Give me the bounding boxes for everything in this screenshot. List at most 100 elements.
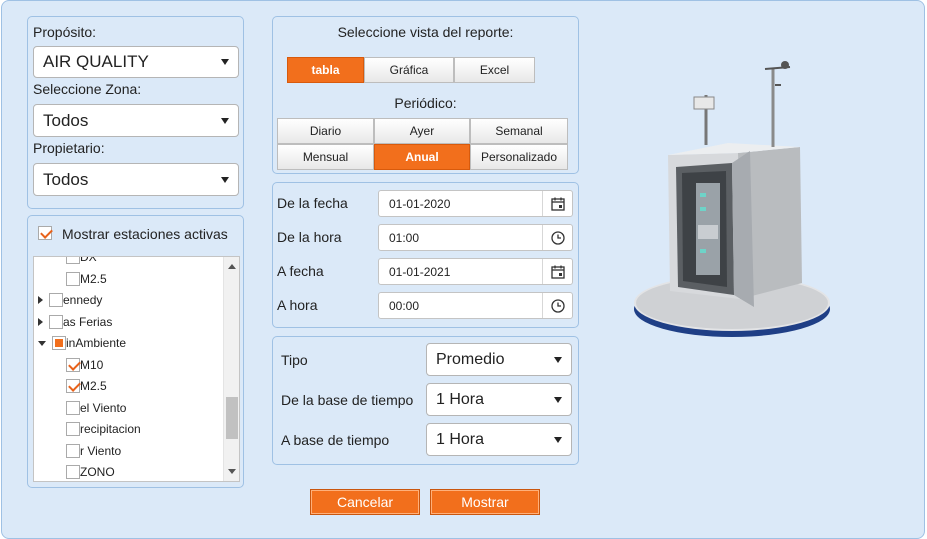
- zone-label: Seleccione Zona:: [33, 81, 142, 97]
- checkbox-icon[interactable]: [49, 293, 63, 307]
- from-date-label: De la fecha: [277, 195, 348, 211]
- type-select[interactable]: Promedio: [426, 343, 572, 376]
- tree-item[interactable]: ZONO: [66, 462, 115, 481]
- stations-tree[interactable]: DX M2.5 ennedy as Ferias inAmbiente M10 M2.5 el…: [33, 256, 240, 482]
- from-base-label: De la base de tiempo: [281, 392, 414, 408]
- chevron-down-icon: [554, 356, 562, 363]
- show-active-checkbox[interactable]: [38, 226, 52, 243]
- checkbox-icon: [38, 226, 52, 240]
- tree-item[interactable]: DX: [66, 256, 97, 267]
- calendar-icon[interactable]: [542, 259, 572, 284]
- scroll-down-icon[interactable]: [228, 469, 236, 474]
- period-button-diario[interactable]: Diario: [277, 118, 374, 144]
- from-base-select[interactable]: 1 Hora: [426, 383, 572, 416]
- chevron-down-icon[interactable]: [38, 340, 46, 346]
- tree-scrollbar[interactable]: [223, 257, 239, 481]
- tree-item-label: M10: [80, 357, 104, 372]
- checkbox-icon[interactable]: [66, 379, 80, 393]
- scroll-up-icon[interactable]: [228, 264, 236, 269]
- chevron-down-icon: [554, 436, 562, 443]
- chevron-down-icon: [221, 117, 229, 124]
- checkbox-icon[interactable]: [66, 465, 80, 479]
- report-view-title: Seleccione vista del reporte:: [337, 24, 514, 40]
- to-date-value: 01-01-2021: [389, 264, 451, 279]
- chevron-right-icon[interactable]: [38, 317, 43, 326]
- show-button[interactable]: Mostrar: [430, 489, 540, 515]
- type-label: Tipo: [281, 352, 308, 368]
- tree-item[interactable]: recipitacion: [66, 419, 141, 439]
- purpose-select[interactable]: AIR QUALITY: [33, 46, 239, 78]
- checkbox-icon[interactable]: [66, 271, 80, 286]
- checkbox-icon[interactable]: [66, 400, 80, 415]
- period-button-ayer[interactable]: Ayer: [374, 118, 470, 144]
- from-base-value: 1 Hora: [436, 390, 485, 408]
- to-date-field[interactable]: 01-01-2021: [378, 258, 573, 285]
- from-date-field[interactable]: 01-01-2020: [378, 190, 573, 217]
- tree-item-label: r Viento: [80, 443, 122, 458]
- to-time-field[interactable]: 00:00: [378, 292, 573, 319]
- tree-item-label: as Ferias: [63, 314, 113, 329]
- owner-value: Todos: [43, 169, 89, 189]
- checkbox-icon[interactable]: [66, 443, 80, 458]
- tree-item-label: DX: [80, 256, 97, 264]
- calendar-icon[interactable]: [542, 191, 572, 216]
- period-toggle-row1: Diario Ayer Semanal: [277, 118, 568, 144]
- checkbox-icon[interactable]: [52, 336, 66, 350]
- chevron-down-icon: [554, 396, 562, 403]
- from-time-field[interactable]: 01:00: [378, 224, 573, 251]
- view-button-tabla[interactable]: tabla: [287, 57, 364, 83]
- chevron-down-icon: [221, 59, 229, 65]
- tree-item[interactable]: M10: [66, 355, 103, 375]
- from-date-value: 01-01-2020: [389, 196, 451, 211]
- period-button-mensual[interactable]: Mensual: [277, 144, 374, 170]
- zone-value: Todos: [43, 110, 89, 130]
- tree-item-label: ZONO: [80, 465, 115, 479]
- checkbox-icon[interactable]: [49, 314, 63, 329]
- clock-icon[interactable]: [542, 225, 572, 250]
- tree-item-label: inAmbiente: [66, 336, 127, 350]
- tree-item-label: M2.5: [80, 379, 107, 393]
- to-time-value: 00:00: [389, 298, 420, 313]
- tree-item[interactable]: r Viento: [66, 441, 121, 461]
- period-button-anual[interactable]: Anual: [374, 144, 470, 170]
- checkbox-icon[interactable]: [66, 357, 80, 372]
- tree-item[interactable]: as Ferias: [38, 312, 112, 332]
- from-time-value: 01:00: [389, 230, 420, 245]
- owner-select[interactable]: Todos: [33, 163, 239, 196]
- type-value: Promedio: [436, 350, 505, 368]
- cancel-button[interactable]: Cancelar: [310, 489, 420, 515]
- to-base-value: 1 Hora: [436, 430, 485, 448]
- tree-item-label: ennedy: [63, 293, 103, 307]
- tree-item[interactable]: ennedy: [38, 290, 102, 310]
- period-toggle-row2: Mensual Anual Personalizado: [277, 144, 568, 170]
- purpose-label: Propósito:: [33, 24, 97, 40]
- chevron-right-icon[interactable]: [38, 296, 43, 304]
- view-button-gr-fica[interactable]: Gráfica: [364, 57, 454, 83]
- checkbox-icon[interactable]: [66, 257, 80, 264]
- chevron-down-icon: [221, 176, 229, 183]
- period-title: Periódico:: [394, 95, 457, 111]
- tree-item[interactable]: el Viento: [66, 398, 126, 418]
- zone-select[interactable]: Todos: [33, 104, 239, 137]
- clock-icon[interactable]: [542, 293, 572, 318]
- to-time-label: A hora: [277, 297, 318, 313]
- scroll-thumb[interactable]: [226, 397, 238, 439]
- owner-label: Propietario:: [33, 140, 105, 156]
- to-base-select[interactable]: 1 Hora: [426, 423, 572, 456]
- tree-item[interactable]: M2.5: [66, 269, 107, 289]
- period-button-semanal[interactable]: Semanal: [470, 118, 568, 144]
- tree-item[interactable]: inAmbiente: [38, 333, 126, 353]
- tree-item[interactable]: M2.5: [66, 376, 107, 396]
- tree-item-label: el Viento: [80, 400, 127, 415]
- tree-item-label: M2.5: [80, 271, 107, 286]
- view-button-excel[interactable]: Excel: [454, 57, 535, 83]
- tree-item-label: recipitacion: [80, 422, 141, 436]
- from-time-label: De la hora: [277, 229, 342, 245]
- show-active-label: Mostrar estaciones activas: [62, 226, 228, 242]
- period-button-personalizado[interactable]: Personalizado: [470, 144, 568, 170]
- checkbox-icon[interactable]: [66, 422, 80, 436]
- air-quality-station-icon: [628, 55, 843, 350]
- to-date-label: A fecha: [277, 263, 324, 279]
- purpose-value: AIR QUALITY: [43, 52, 149, 71]
- to-base-label: A base de tiempo: [281, 432, 390, 448]
